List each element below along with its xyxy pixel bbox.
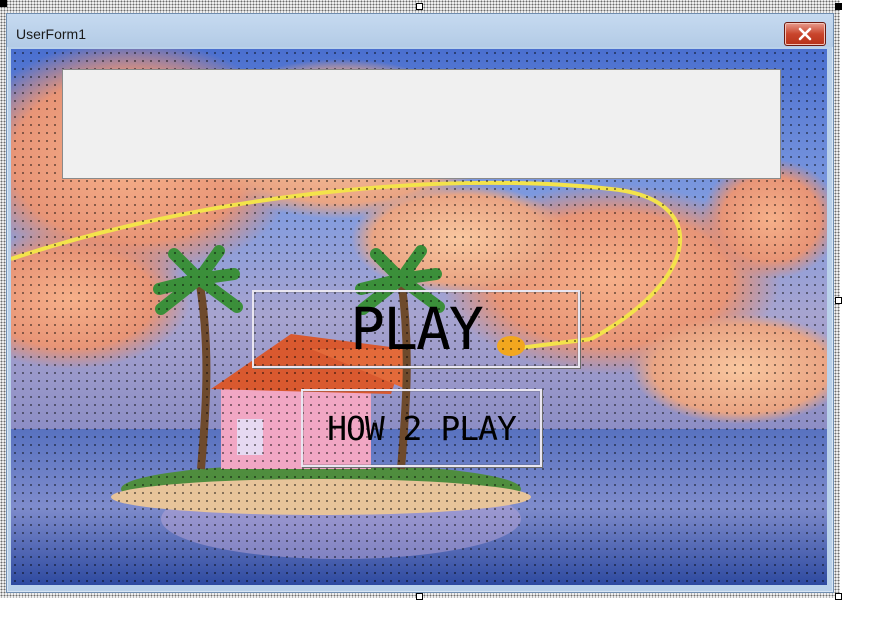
window-title: UserForm1 [16, 26, 87, 42]
play-button[interactable]: PLAY [252, 290, 580, 368]
resize-handle-bottom-center[interactable] [416, 593, 423, 600]
text-box[interactable] [62, 69, 781, 179]
close-icon [798, 27, 812, 41]
how-to-play-button[interactable]: HOW 2 PLAY [301, 389, 542, 467]
userform-window[interactable]: UserForm1 PLAY HOW 2 PLAY [6, 13, 834, 593]
resize-handle-top-left[interactable] [0, 0, 7, 7]
form-client-area[interactable]: PLAY HOW 2 PLAY [11, 49, 827, 585]
title-bar[interactable]: UserForm1 [7, 14, 833, 47]
resize-handle-top-right[interactable] [835, 3, 842, 10]
resize-handle-middle-right[interactable] [835, 297, 842, 304]
resize-handle-bottom-right[interactable] [835, 593, 842, 600]
close-button[interactable] [784, 22, 826, 46]
resize-handle-top-center[interactable] [416, 3, 423, 10]
